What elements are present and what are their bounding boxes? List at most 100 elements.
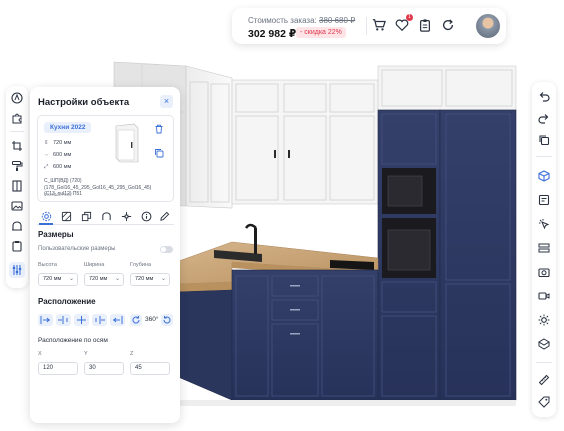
divider [366,17,367,35]
duplicate-icon[interactable] [154,148,164,158]
height-select[interactable]: 720 мм ⌄ [38,273,78,286]
axes-title: Расположение по осям [38,337,108,344]
old-price: 380 680 ₽ [319,16,356,25]
order-cost-label: Стоимость заказа: 380 680 ₽ [248,16,355,25]
node-icon[interactable] [121,211,132,222]
object-height-value: 720 мм [53,140,72,146]
compass-icon[interactable] [11,92,23,104]
align-center-button[interactable] [74,314,89,326]
height-icon: ⇕ [44,140,49,146]
object-depth-value: 600 мм [53,164,72,170]
door-icon[interactable] [11,180,23,192]
x-label: X [38,351,42,357]
chevron-down-icon: ⌄ [68,276,74,282]
panel-title: Настройки объекта [38,97,130,108]
width-icon: ⇔ [44,152,50,158]
gear-icon[interactable] [41,211,52,222]
align-right-button[interactable] [110,314,125,326]
edit-icon[interactable] [159,211,170,222]
checklist-icon[interactable] [538,194,550,206]
upper-cabinets-center[interactable] [231,79,379,205]
y-position-input[interactable]: 30 [84,362,124,375]
object-sku: 49394607099 [44,192,72,197]
clipboard-icon[interactable] [11,240,23,252]
placement-title: Расположение [38,297,96,306]
trash-icon[interactable] [154,124,164,134]
sizes-title: Размеры [38,230,74,239]
right-toolbar [532,82,556,417]
multi-object-icon[interactable] [538,242,550,254]
cart-icon[interactable] [372,18,386,32]
cursor-click-icon[interactable] [538,218,550,230]
align-left-button[interactable] [38,314,53,326]
upper-cabinets-right[interactable] [377,65,517,111]
width-select[interactable]: 720 мм ⌄ [84,273,124,286]
material-icon[interactable] [61,211,72,222]
tag-icon[interactable] [538,396,550,408]
paint-roller-icon[interactable] [11,160,23,172]
refresh-icon[interactable] [441,18,455,32]
depth-select-value: 720 мм [135,276,154,282]
puzzle-icon[interactable] [11,112,23,124]
toolbar-divider [536,156,552,157]
height-label: Высота [38,262,57,268]
heart-icon[interactable]: 1 [395,14,413,32]
discount-badge: - скидка 22% [296,27,346,38]
object-width: ⇔ 600 мм [44,152,71,158]
tall-cabinet-right[interactable] [439,109,517,401]
object-width-value: 600 мм [53,152,72,158]
close-button[interactable]: × [160,95,173,108]
handle-icon[interactable] [101,211,112,222]
width-select-value: 720 мм [89,276,108,282]
tall-oven-column[interactable] [377,109,441,401]
redo-icon[interactable] [538,112,550,124]
arch-icon[interactable] [11,220,23,232]
depth-icon: ⤢ [44,164,49,170]
image-icon[interactable] [11,200,23,212]
object-collection-tag[interactable]: Кухни 2022 [44,122,92,133]
height-select-value: 720 мм [43,276,62,282]
z-position-input[interactable]: 45 [130,362,170,375]
copy-icon[interactable] [538,134,550,146]
current-price: 302 982 ₽ [248,28,297,40]
clipboard-icon[interactable] [418,18,432,32]
align-center-right-button[interactable] [92,314,107,326]
order-summary-bar: Стоимость заказа: 380 680 ₽ 302 982 ₽ - … [232,8,506,44]
user-avatar[interactable] [476,14,500,38]
custom-sizes-toggle[interactable] [160,246,173,253]
y-label: Y [84,351,88,357]
camera-icon[interactable] [538,266,550,278]
object-thumbnail [112,122,142,164]
object-depth: ⤢ 600 мм [44,164,71,171]
rotate-left-button[interactable] [130,314,142,326]
depth-select[interactable]: 720 мм ⌄ [130,273,170,286]
layers-icon[interactable] [81,211,92,222]
width-label: Ширина [84,262,105,268]
chevron-down-icon: ⌄ [114,276,120,282]
floor-icon[interactable] [538,338,550,350]
object-height: ⇕ 720 мм [44,140,71,146]
floor-plinth [176,400,516,406]
x-position-input[interactable]: 120 [38,362,78,375]
favorites-count-badge: 1 [406,14,413,21]
z-label: Z [130,351,134,357]
video-icon[interactable] [538,290,550,302]
chevron-down-icon: ⌄ [160,276,166,282]
ruler-icon[interactable] [538,374,550,386]
toolbar-divider [536,362,552,363]
depth-label: Глубина [130,262,152,268]
crop-icon[interactable] [11,140,23,152]
toolbar-divider [10,131,24,132]
rotate-right-button[interactable] [161,314,173,326]
object-card[interactable]: Кухни 2022 ⇕ 720 мм ⇔ 600 мм ⤢ 600 мм С_ШП(… [37,115,174,202]
cube-icon[interactable] [538,170,550,182]
info-icon[interactable] [141,211,152,222]
sun-icon[interactable] [538,314,550,326]
sliders-icon[interactable] [11,264,23,276]
rotation-value: 360° [145,316,159,323]
align-center-left-button[interactable] [56,314,71,326]
order-cost-caption: Стоимость заказа: [248,16,317,25]
left-toolbar [6,86,28,288]
undo-icon[interactable] [538,90,550,102]
settings-tabs [37,209,174,225]
